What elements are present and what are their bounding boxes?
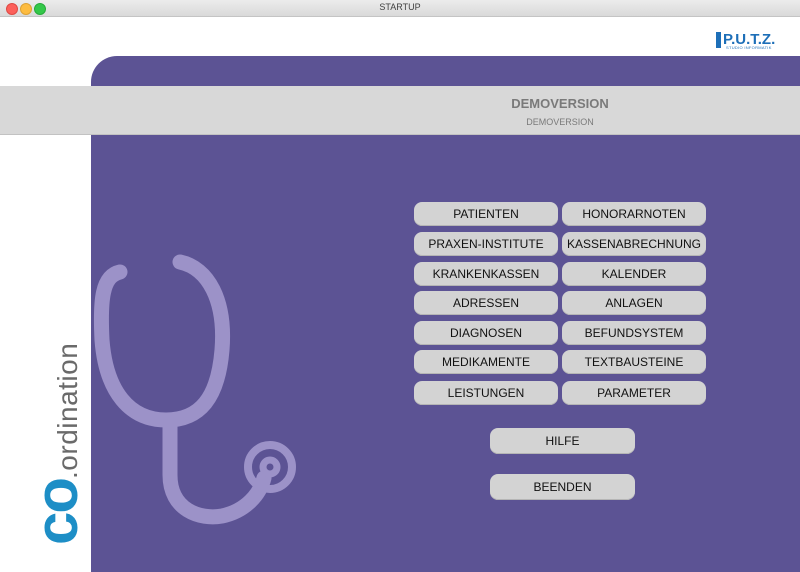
brand-ordination: .ordination — [52, 342, 83, 479]
brand-logo: co.ordination — [23, 275, 90, 545]
textbausteine-button[interactable]: TEXTBAUSTEINE — [562, 350, 706, 374]
kassenabrechnung-button[interactable]: KASSENABRECHNUNG — [562, 232, 706, 256]
brand-co: co — [23, 478, 90, 545]
krankenkassen-button[interactable]: KRANKENKASSEN — [414, 262, 558, 286]
praxen-institute-button[interactable]: PRAXEN-INSTITUTE — [414, 232, 558, 256]
hilfe-button[interactable]: HILFE — [490, 428, 635, 454]
adressen-button[interactable]: ADRESSEN — [414, 291, 558, 315]
leistungen-button[interactable]: LEISTUNGEN — [414, 381, 558, 405]
banner-subtitle: DEMOVERSION — [526, 117, 594, 127]
befundsystem-button[interactable]: BEFUNDSYSTEM — [562, 321, 706, 345]
medikamente-button[interactable]: MEDIKAMENTE — [414, 350, 558, 374]
parameter-button[interactable]: PARAMETER — [562, 381, 706, 405]
patienten-button[interactable]: PATIENTEN — [414, 202, 558, 226]
anlagen-button[interactable]: ANLAGEN — [562, 291, 706, 315]
banner-title: DEMOVERSION — [511, 96, 609, 111]
diagnosen-button[interactable]: DIAGNOSEN — [414, 321, 558, 345]
honorarnoten-button[interactable]: HONORARNOTEN — [562, 202, 706, 226]
beenden-button[interactable]: BEENDEN — [490, 474, 635, 500]
kalender-button[interactable]: KALENDER — [562, 262, 706, 286]
